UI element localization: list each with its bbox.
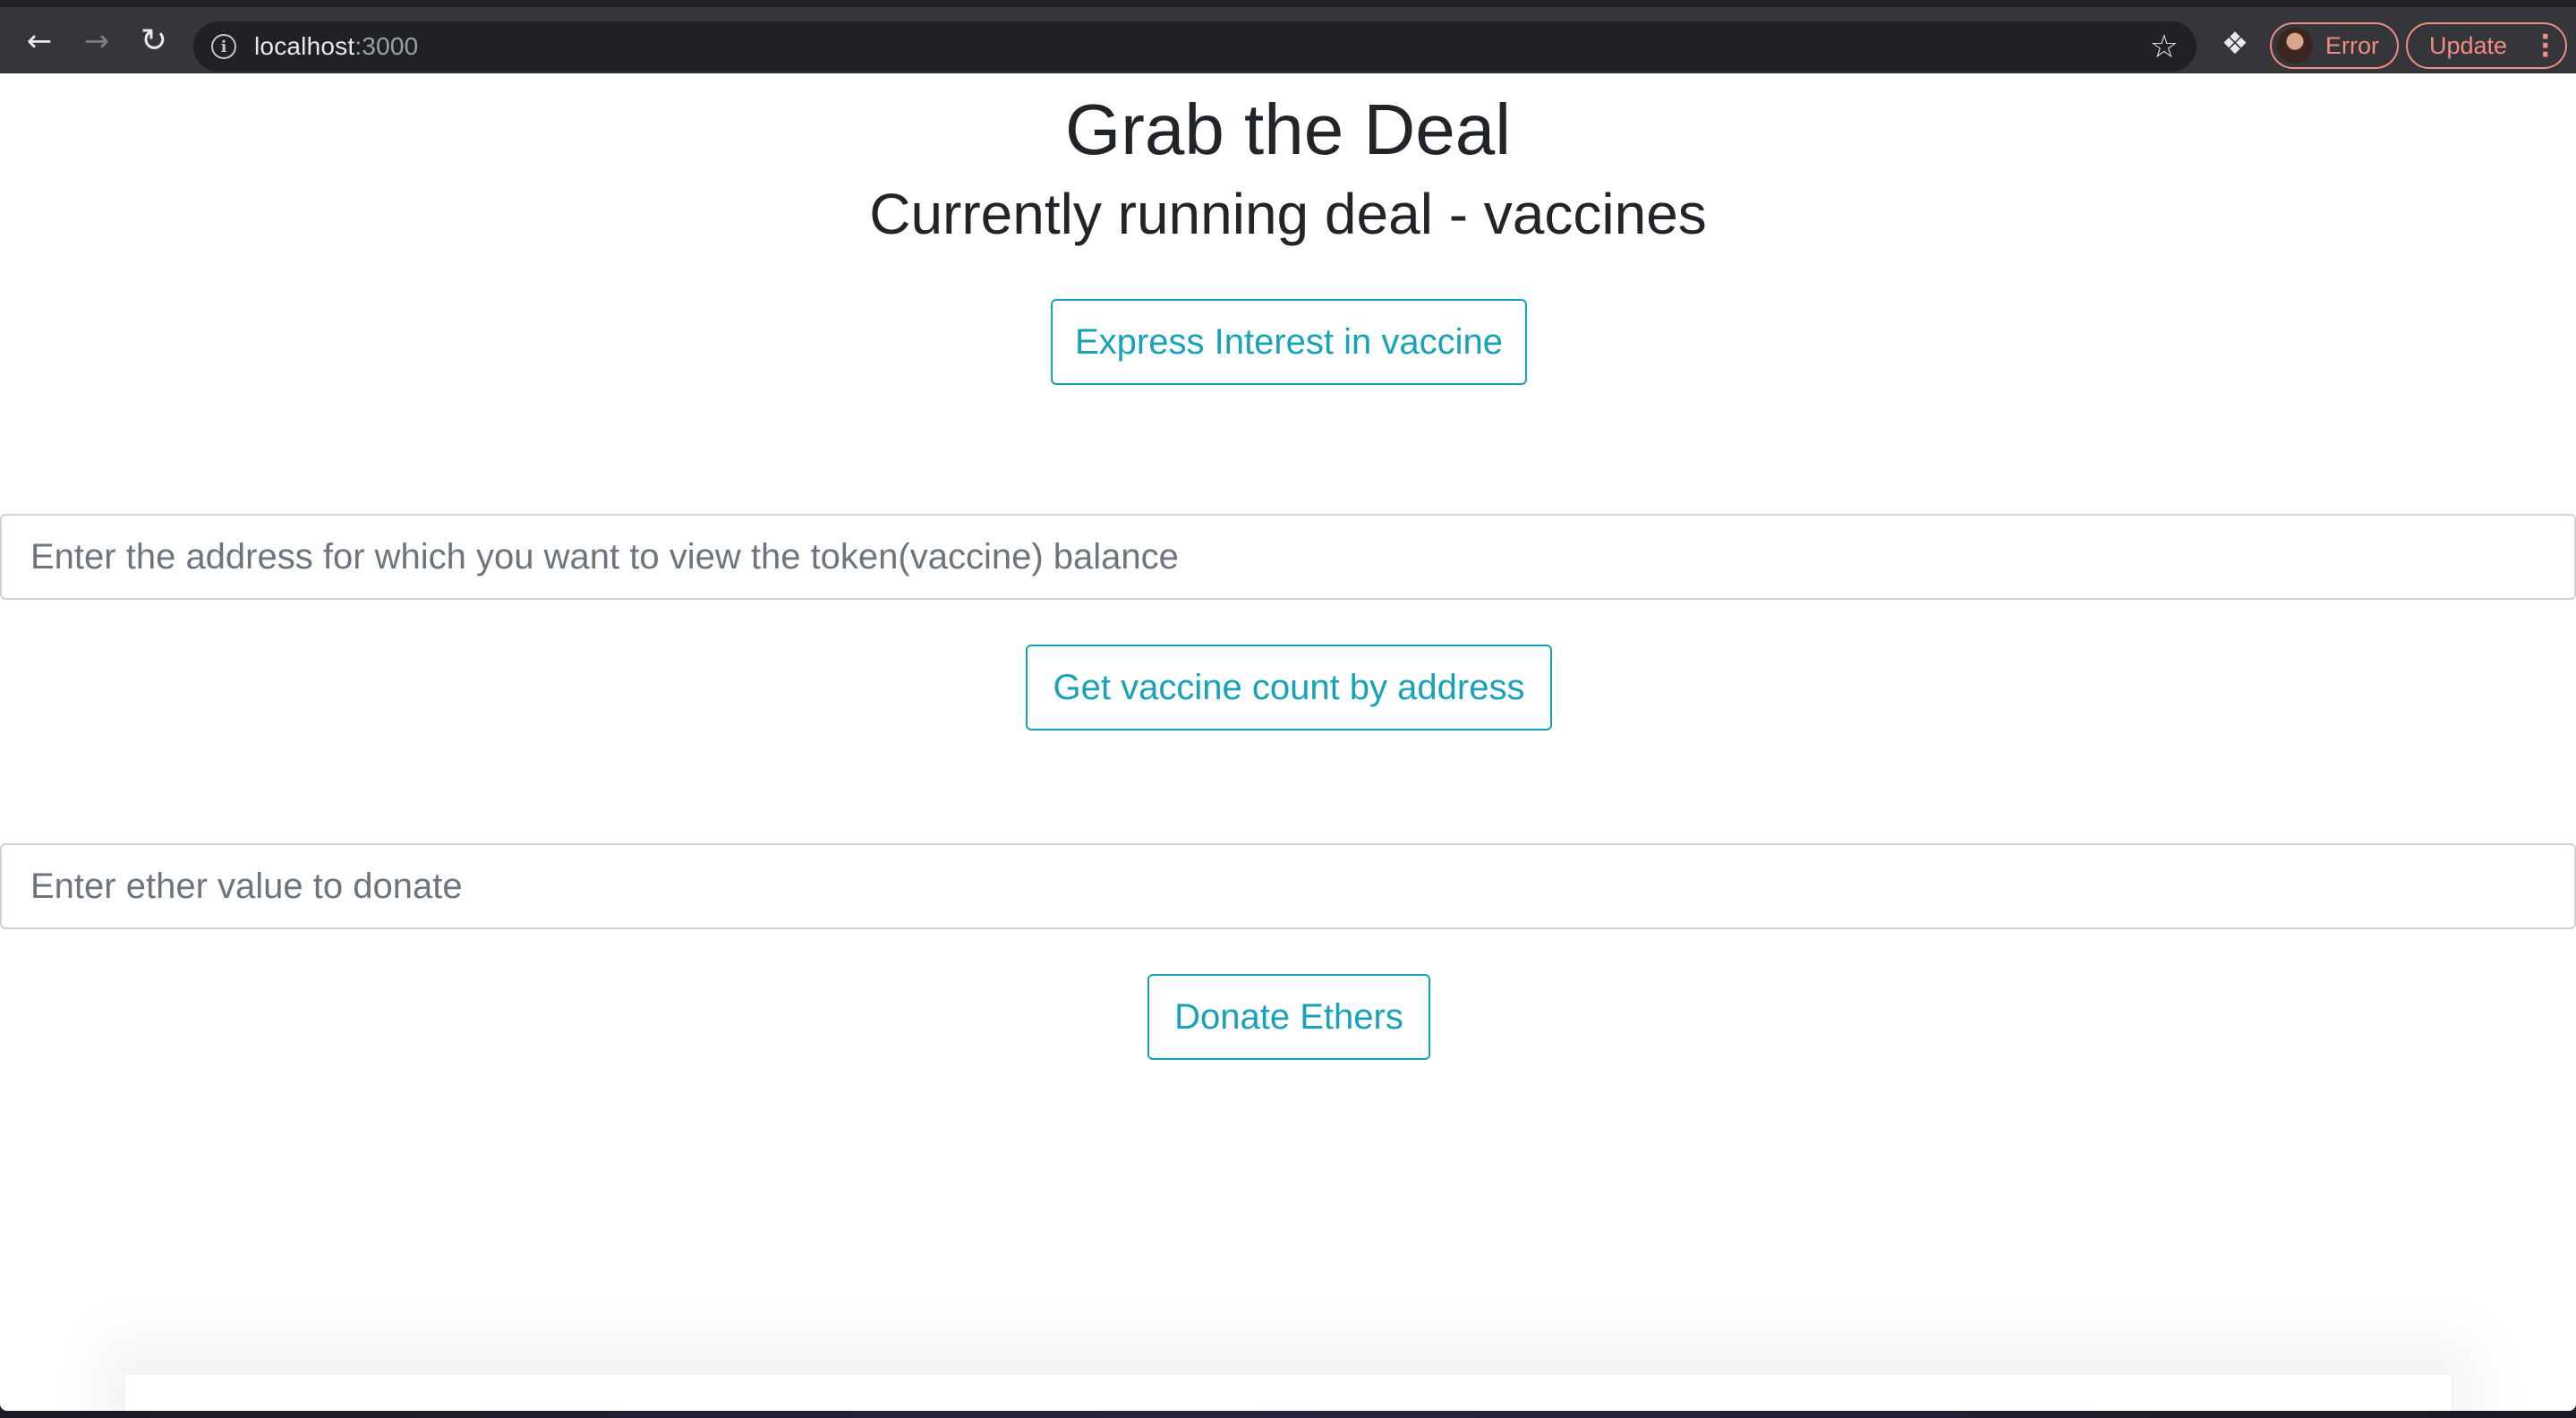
browser-toolbar: ← → ↻ i localhost:3000 ☆ ❖ Error Update …	[0, 0, 2576, 73]
address-bar[interactable]: i localhost:3000 ☆	[193, 21, 2196, 72]
avatar	[2277, 28, 2313, 64]
url-host: localhost	[254, 32, 355, 60]
page-bottom-shadow	[125, 1375, 2451, 1411]
donate-value-input[interactable]	[0, 843, 2576, 929]
tab-strip-edge	[1468, 7, 1548, 14]
reload-icon[interactable]: ↻	[132, 20, 175, 63]
update-label: Update	[2429, 31, 2508, 59]
kebab-menu-icon[interactable]: · · ·	[2540, 24, 2550, 69]
info-icon[interactable]: i	[211, 34, 236, 59]
update-button[interactable]: Update · · ·	[2406, 22, 2567, 69]
page-title: Grab the Deal	[1064, 90, 1512, 169]
puzzle-icon[interactable]: ❖	[2216, 25, 2254, 63]
desktop-background-strip	[0, 1411, 2576, 1418]
page-subtitle: Currently running deal - vaccines	[869, 182, 1707, 246]
forward-arrow-icon[interactable]: →	[75, 20, 118, 63]
url-text[interactable]: localhost:3000	[254, 32, 418, 61]
star-icon[interactable]: ☆	[2150, 29, 2179, 65]
page-content: Grab the Deal Currently running deal - v…	[0, 73, 2576, 1411]
donate-ethers-button[interactable]: Donate Ethers	[1147, 974, 1430, 1060]
address-input[interactable]	[0, 514, 2576, 600]
get-vaccine-count-button[interactable]: Get vaccine count by address	[1026, 645, 1552, 730]
profile-status-label: Error	[2325, 31, 2379, 59]
back-arrow-icon[interactable]: ←	[18, 20, 61, 63]
url-port: :3000	[354, 32, 419, 60]
express-interest-button[interactable]: Express Interest in vaccine	[1051, 299, 1527, 385]
profile-button[interactable]: Error	[2270, 22, 2399, 69]
